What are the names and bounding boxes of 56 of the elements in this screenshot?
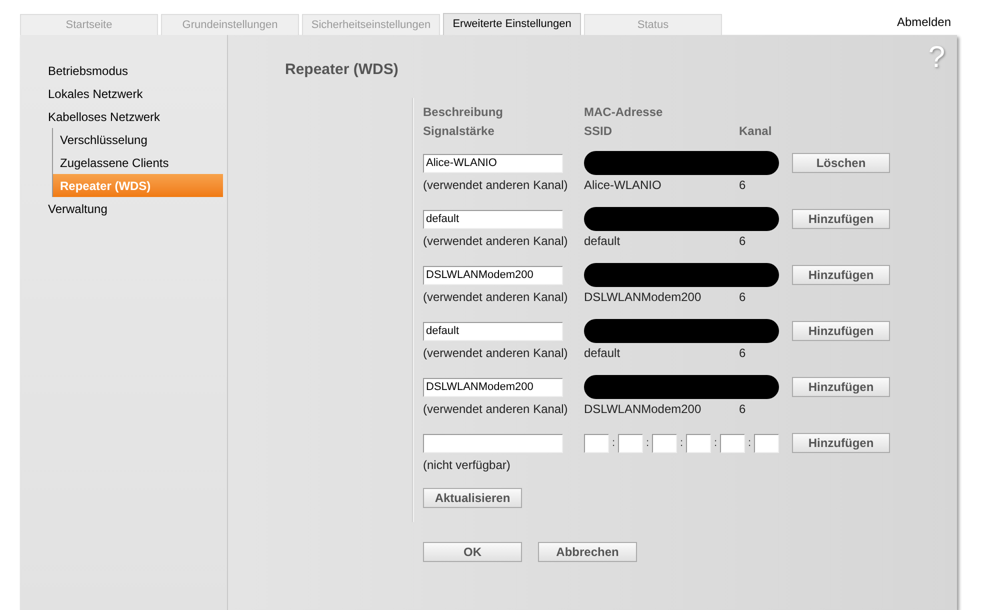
ssid-text: DSLWLANModem200 <box>584 289 702 306</box>
ssid-text: DSLWLANModem200 <box>584 401 702 418</box>
sidebar-item[interactable]: Verschlüsselung <box>53 128 223 151</box>
ssid-text: default <box>584 233 622 250</box>
signal-status: (verwendet anderen Kanal) <box>423 401 569 418</box>
entry-button[interactable]: Hinzufügen <box>792 433 890 453</box>
ssid-text: Alice-WLANIO <box>584 177 662 194</box>
page-title: Repeater (WDS) <box>285 60 398 80</box>
mac-octet-field[interactable] <box>584 434 609 452</box>
sidebar-item[interactable]: Lokales Netzwerk <box>48 82 227 105</box>
sidebar-item[interactable]: Verwaltung <box>48 197 227 220</box>
entry-button[interactable]: Hinzufügen <box>792 377 890 397</box>
description-field[interactable]: Alice-WLANIO <box>423 154 563 172</box>
description-field[interactable] <box>423 434 563 452</box>
cancel-button[interactable]: Abbrechen <box>538 542 637 562</box>
refresh-button[interactable]: Aktualisieren <box>423 488 522 508</box>
entry-button[interactable]: Löschen <box>792 153 890 173</box>
mac-separator: : <box>746 436 752 451</box>
channel-text: 6 <box>739 345 747 362</box>
channel-text: 6 <box>739 177 747 194</box>
channel-text: 6 <box>739 401 747 418</box>
mac-octet-field[interactable] <box>686 434 711 452</box>
mac-octet-field[interactable] <box>618 434 643 452</box>
mac-separator: : <box>678 436 684 451</box>
column-header: SSID <box>584 122 614 140</box>
mac-separator: : <box>610 436 616 451</box>
entry-button[interactable]: Hinzufügen <box>792 265 890 285</box>
mac-octet-field[interactable] <box>652 434 677 452</box>
channel-text: 6 <box>739 289 747 306</box>
logout-link[interactable]: Abmelden <box>896 13 951 31</box>
channel-text: 6 <box>739 233 747 250</box>
signal-status: (verwendet anderen Kanal) <box>423 345 569 362</box>
column-header: Kanal <box>739 122 773 140</box>
column-header: Signalstärke <box>423 122 496 140</box>
ok-button[interactable]: OK <box>423 542 522 562</box>
mac-octet-field[interactable] <box>754 434 779 452</box>
description-field[interactable]: default <box>423 210 563 228</box>
description-field[interactable]: DSLWLANModem200 <box>423 266 563 284</box>
tab[interactable]: Erweiterte Einstellungen <box>443 13 581 35</box>
signal-status: (verwendet anderen Kanal) <box>423 177 569 194</box>
entry-button[interactable]: Hinzufügen <box>792 209 890 229</box>
signal-status: (nicht verfügbar) <box>423 457 512 474</box>
sidebar-item[interactable]: Betriebsmodus <box>48 59 227 82</box>
column-header: MAC-Adresse <box>584 104 664 120</box>
ssid-text: default <box>584 345 622 362</box>
signal-status: (verwendet anderen Kanal) <box>423 289 569 306</box>
mac-separator: : <box>712 436 718 451</box>
description-field[interactable]: DSLWLANModem200 <box>423 378 563 396</box>
entry-button[interactable]: Hinzufügen <box>792 321 890 341</box>
mac-separator: : <box>644 436 650 451</box>
signal-status: (verwendet anderen Kanal) <box>423 233 569 250</box>
sidebar-item[interactable]: Kabelloses Netzwerk <box>48 105 227 128</box>
sidebar-item[interactable]: Zugelassene Clients <box>53 151 223 174</box>
column-header: Beschreibung <box>423 104 504 120</box>
mac-octet-field[interactable] <box>720 434 745 452</box>
description-field[interactable]: default <box>423 322 563 340</box>
